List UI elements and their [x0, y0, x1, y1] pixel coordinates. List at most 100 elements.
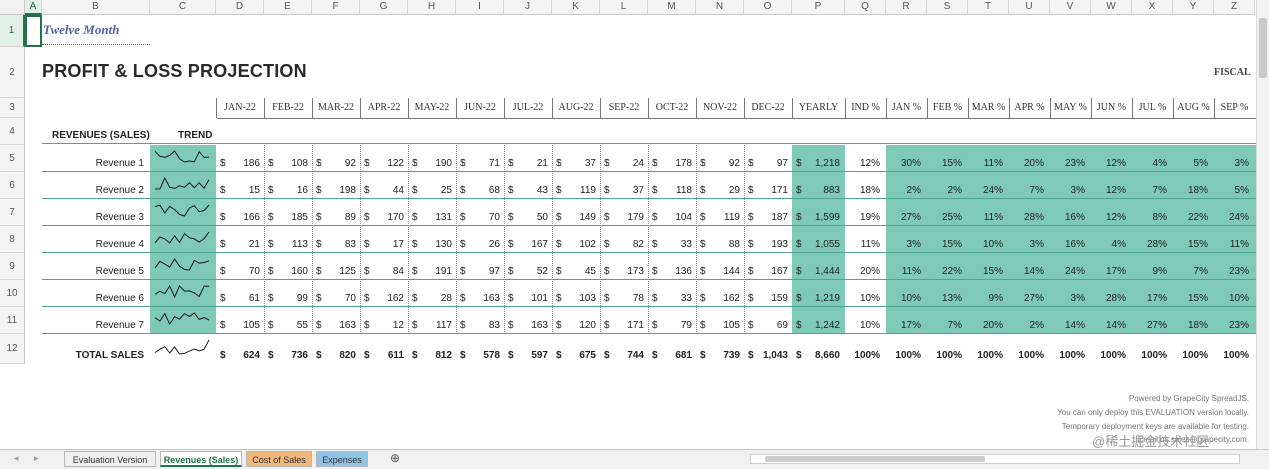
- percent-value[interactable]: 9%: [1132, 266, 1167, 277]
- add-sheet-icon[interactable]: ⊕: [390, 451, 400, 465]
- column-header-c[interactable]: C: [150, 0, 216, 15]
- month-value[interactable]: 198: [312, 185, 356, 196]
- month-value[interactable]: 70: [456, 212, 500, 223]
- vertical-scrollbar[interactable]: [1256, 0, 1269, 449]
- column-header-g[interactable]: G: [360, 0, 408, 15]
- column-header-z[interactable]: Z: [1214, 0, 1255, 15]
- column-header-p[interactable]: P: [792, 0, 845, 15]
- month-value[interactable]: 84: [360, 266, 404, 277]
- percent-value[interactable]: 24%: [1050, 266, 1085, 277]
- month-value[interactable]: 45: [552, 266, 596, 277]
- percent-value[interactable]: 100%: [1214, 350, 1249, 361]
- percent-value[interactable]: 3%: [1009, 239, 1044, 250]
- row-header-2[interactable]: 2: [0, 47, 25, 98]
- month-value[interactable]: 187: [744, 212, 788, 223]
- percent-value[interactable]: 22%: [927, 266, 962, 277]
- month-value[interactable]: 812: [408, 350, 452, 361]
- month-value[interactable]: 744: [600, 350, 644, 361]
- month-value[interactable]: 130: [408, 239, 452, 250]
- month-value[interactable]: 1,043: [744, 350, 788, 361]
- column-header-i[interactable]: I: [456, 0, 504, 15]
- month-value[interactable]: 92: [696, 158, 740, 169]
- month-value[interactable]: 44: [360, 185, 404, 196]
- percent-value[interactable]: 30%: [886, 158, 921, 169]
- month-value[interactable]: 103: [552, 293, 596, 304]
- sheet-tab[interactable]: Expenses: [316, 451, 368, 467]
- column-header-w[interactable]: W: [1091, 0, 1132, 15]
- percent-value[interactable]: 13%: [927, 293, 962, 304]
- percent-value[interactable]: 8%: [1132, 212, 1167, 223]
- month-value[interactable]: 178: [648, 158, 692, 169]
- column-header-f[interactable]: F: [312, 0, 360, 15]
- percent-value[interactable]: 27%: [1132, 320, 1167, 331]
- month-value[interactable]: 113: [264, 239, 308, 250]
- column-header-o[interactable]: O: [744, 0, 792, 15]
- month-value[interactable]: 43: [504, 185, 548, 196]
- percent-value[interactable]: 16%: [1050, 212, 1085, 223]
- month-value[interactable]: 37: [552, 158, 596, 169]
- row-header-6[interactable]: 6: [0, 172, 25, 199]
- active-cell-a1[interactable]: [25, 15, 42, 47]
- tab-scroll-left-icon[interactable]: ◂: [14, 453, 19, 464]
- row-header-7[interactable]: 7: [0, 199, 25, 226]
- percent-value[interactable]: 11%: [968, 158, 1003, 169]
- column-header-b[interactable]: B: [42, 0, 150, 15]
- column-header-s[interactable]: S: [927, 0, 968, 15]
- percent-value[interactable]: 15%: [927, 239, 962, 250]
- percent-value[interactable]: 14%: [1009, 266, 1044, 277]
- month-value[interactable]: 92: [312, 158, 356, 169]
- percent-value[interactable]: 5%: [1214, 185, 1249, 196]
- month-value[interactable]: 681: [648, 350, 692, 361]
- percent-value[interactable]: 11%: [886, 266, 921, 277]
- month-value[interactable]: 83: [312, 239, 356, 250]
- percent-value[interactable]: 12%: [845, 158, 880, 169]
- month-value[interactable]: 739: [696, 350, 740, 361]
- month-value[interactable]: 144: [696, 266, 740, 277]
- month-value[interactable]: 186: [216, 158, 260, 169]
- month-value[interactable]: 79: [648, 320, 692, 331]
- month-value[interactable]: 17: [360, 239, 404, 250]
- column-header-t[interactable]: T: [968, 0, 1009, 15]
- month-value[interactable]: 179: [600, 212, 644, 223]
- column-header-r[interactable]: R: [886, 0, 927, 15]
- month-value[interactable]: 102: [552, 239, 596, 250]
- sheet-tab[interactable]: Evaluation Version: [64, 451, 156, 467]
- percent-value[interactable]: 100%: [1050, 350, 1085, 361]
- column-header-u[interactable]: U: [1009, 0, 1050, 15]
- yearly-value[interactable]: 1,242: [792, 320, 840, 331]
- month-value[interactable]: 191: [408, 266, 452, 277]
- row-header-10[interactable]: 10: [0, 280, 25, 307]
- month-value[interactable]: 149: [552, 212, 596, 223]
- month-value[interactable]: 170: [360, 212, 404, 223]
- column-header-a[interactable]: A: [25, 0, 42, 15]
- month-value[interactable]: 163: [312, 320, 356, 331]
- month-value[interactable]: 21: [504, 158, 548, 169]
- vertical-scroll-thumb[interactable]: [1259, 18, 1267, 78]
- sheet-tab[interactable]: Revenues (Sales): [160, 451, 242, 467]
- column-header-d[interactable]: D: [216, 0, 264, 15]
- percent-value[interactable]: 28%: [1009, 212, 1044, 223]
- month-value[interactable]: 97: [456, 266, 500, 277]
- row-header-11[interactable]: 11: [0, 307, 25, 334]
- row-header-12[interactable]: 12: [0, 334, 25, 364]
- column-header-n[interactable]: N: [696, 0, 744, 15]
- percent-value[interactable]: 20%: [1009, 158, 1044, 169]
- percent-value[interactable]: 3%: [1214, 158, 1249, 169]
- row-header-8[interactable]: 8: [0, 226, 25, 253]
- percent-value[interactable]: 5%: [1173, 158, 1208, 169]
- percent-value[interactable]: 7%: [1132, 185, 1167, 196]
- percent-value[interactable]: 24%: [968, 185, 1003, 196]
- percent-value[interactable]: 18%: [1173, 185, 1208, 196]
- select-all-corner[interactable]: [0, 0, 25, 15]
- column-header-l[interactable]: L: [600, 0, 648, 15]
- column-header-v[interactable]: V: [1050, 0, 1091, 15]
- month-value[interactable]: 624: [216, 350, 260, 361]
- month-value[interactable]: 69: [744, 320, 788, 331]
- month-value[interactable]: 16: [264, 185, 308, 196]
- percent-value[interactable]: 25%: [927, 212, 962, 223]
- percent-value[interactable]: 100%: [1173, 350, 1208, 361]
- month-value[interactable]: 675: [552, 350, 596, 361]
- month-value[interactable]: 611: [360, 350, 404, 361]
- month-value[interactable]: 185: [264, 212, 308, 223]
- percent-value[interactable]: 27%: [886, 212, 921, 223]
